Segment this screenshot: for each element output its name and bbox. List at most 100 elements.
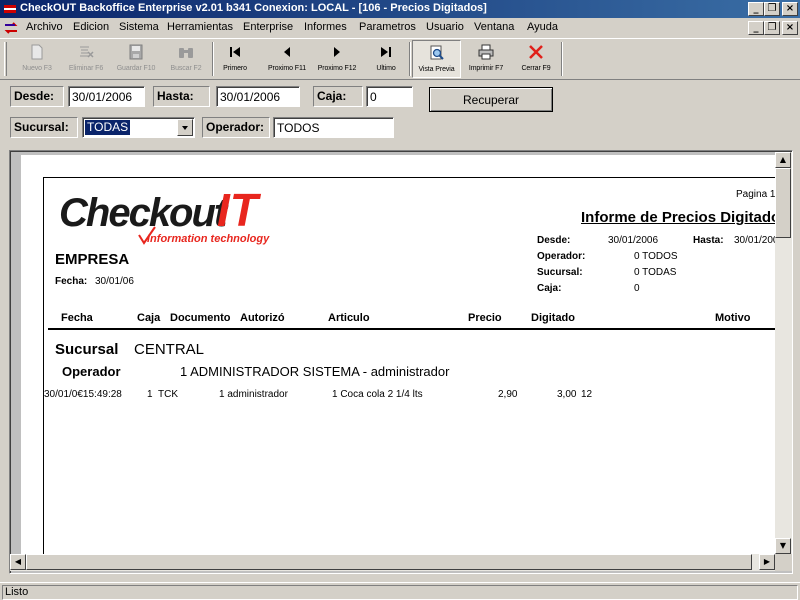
proximo-f11-label: Proximo F11 [267,65,307,72]
buscar-button[interactable]: Buscar F2 [163,40,209,78]
primero-button[interactable]: Primero [215,40,255,78]
cerrar-label: Cerrar F9 [521,65,551,72]
eliminar-button[interactable]: Eliminar F6 [62,40,110,78]
ultimo-label: Ultimo [376,65,396,72]
new-document-icon [31,44,43,60]
cell-caja: 1 [147,389,153,400]
hasta-label: Hasta: [153,86,210,107]
menu-informes[interactable]: Informes [304,21,347,33]
operador-label: Operador: [202,117,270,138]
horizontal-scrollbar[interactable]: ◀ ▶ [10,554,775,571]
column-header-documento: Documento [170,312,231,324]
logo-tagline: information technology [147,233,270,245]
imprimir-button[interactable]: Imprimir F7 [462,40,510,78]
report-preview[interactable]: Checkout IT information technology Pagin… [9,150,793,574]
scroll-right-icon[interactable]: ▶ [759,554,775,570]
recuperar-button[interactable]: Recuperar [429,87,553,112]
menu-ventana[interactable]: Ventana [474,21,514,33]
toolbar-separator [409,42,411,76]
ultimo-button[interactable]: Ultimo [366,40,406,78]
proximo-f12-button[interactable]: Proximo F12 [312,40,362,78]
guardar-label: Guardar F10 [116,65,156,72]
report-operador-label: Operador: [537,251,586,262]
report-fecha-value: 30/01/06 [95,276,134,287]
column-header-precio: Precio [468,312,502,324]
status-text: Listo [2,585,798,600]
group-operador-value: 1 ADMINISTRADOR SISTEMA - administrador [180,364,450,379]
nuevo-button[interactable]: Nuevo F3 [14,40,60,78]
menu-archivo[interactable]: Archivo [26,21,63,33]
report-desde-label: Desde: [537,235,571,246]
mdi-child-icon[interactable] [4,21,18,35]
report-sucursal-label: Sucursal: [537,267,583,278]
column-header-articulo: Articulo [328,312,370,324]
menu-usuario[interactable]: Usuario [426,21,464,33]
print-preview-icon [430,45,444,60]
empresa-name: EMPRESA [55,251,130,268]
report-title: Informe de Precios Digitado [581,209,775,226]
vertical-scrollbar[interactable]: ▲ ▼ [775,152,792,554]
desde-input[interactable] [68,86,145,107]
caja-input[interactable] [366,86,413,107]
menu-parametros[interactable]: Parametros [359,21,416,33]
hasta-input[interactable] [216,86,300,107]
buscar-label: Buscar F2 [170,65,202,72]
scroll-up-icon[interactable]: ▲ [775,152,791,168]
minimize-button[interactable]: _ [748,2,764,16]
logo-it-text: IT [217,184,258,236]
menu-bar: Archivo Edicion Sistema Herramientas Ent… [0,18,800,38]
menu-edicion[interactable]: Edicion [73,21,109,33]
printer-icon [478,44,494,60]
menu-enterprise[interactable]: Enterprise [243,21,293,33]
vista-previa-button[interactable]: Vista Previa [412,40,461,78]
scroll-down-icon[interactable]: ▼ [775,538,791,554]
previous-record-icon [284,47,290,57]
binoculars-icon [179,48,193,58]
last-record-icon [381,47,391,57]
proximo-f11-button[interactable]: Proximo F11 [262,40,312,78]
close-button[interactable]: × [782,2,798,16]
operador-input[interactable] [273,117,394,138]
column-header-motivo: Motivo [715,312,751,324]
cerrar-button[interactable]: Cerrar F9 [513,40,559,78]
report-fecha-label: Fecha: [55,276,88,287]
toolbar-separator [212,42,214,76]
vertical-scroll-thumb[interactable] [775,168,791,238]
menu-herramientas[interactable]: Herramientas [167,21,233,33]
report-page: Checkout IT information technology Pagin… [21,155,775,557]
nuevo-label: Nuevo F3 [22,65,52,72]
report-caja-value: 0 [634,283,640,294]
dropdown-arrow-icon[interactable] [177,119,193,136]
status-bar: Listo [0,582,800,600]
cell-documento: TCK [158,389,178,400]
app-icon [4,5,16,13]
vista-previa-label: Vista Previa [418,66,455,73]
cell-articulo: 1 Coca cola 2 1/4 lts [332,389,423,400]
restore-button[interactable]: ❐ [764,2,780,16]
scroll-corner [775,554,792,571]
toolbar-grip[interactable] [4,42,7,76]
cell-autorizo: 1 administrador [219,389,288,400]
sucursal-select[interactable]: TODAS [82,117,195,138]
window-title: CheckOUT Backoffice Enterprise v2.01 b34… [20,2,487,14]
menu-ayuda[interactable]: Ayuda [527,21,558,33]
child-restore-button[interactable]: ❐ [764,21,780,35]
proximo-f12-label: Proximo F12 [317,65,357,72]
page-number: Pagina 1 d [736,189,775,200]
title-bar[interactable]: CheckOUT Backoffice Enterprise v2.01 b34… [0,0,800,18]
column-header-fecha: Fecha [61,312,93,324]
child-minimize-button[interactable]: _ [748,21,764,35]
first-record-icon [230,47,240,57]
close-x-icon [529,45,543,59]
toolbar-separator [561,42,563,76]
group-sucursal-label: Sucursal [55,341,119,358]
menu-sistema[interactable]: Sistema [119,21,159,33]
toolbar: Nuevo F3 Eliminar F6 Guardar F10 Buscar … [0,38,800,80]
scroll-left-icon[interactable]: ◀ [10,554,26,570]
guardar-button[interactable]: Guardar F10 [111,40,161,78]
column-header-digitado: Digitado [531,312,575,324]
report-hasta-value: 30/01/2006 [734,235,775,246]
child-close-button[interactable]: × [782,21,798,35]
caja-label: Caja: [313,86,363,107]
horizontal-scroll-thumb[interactable] [26,554,752,570]
